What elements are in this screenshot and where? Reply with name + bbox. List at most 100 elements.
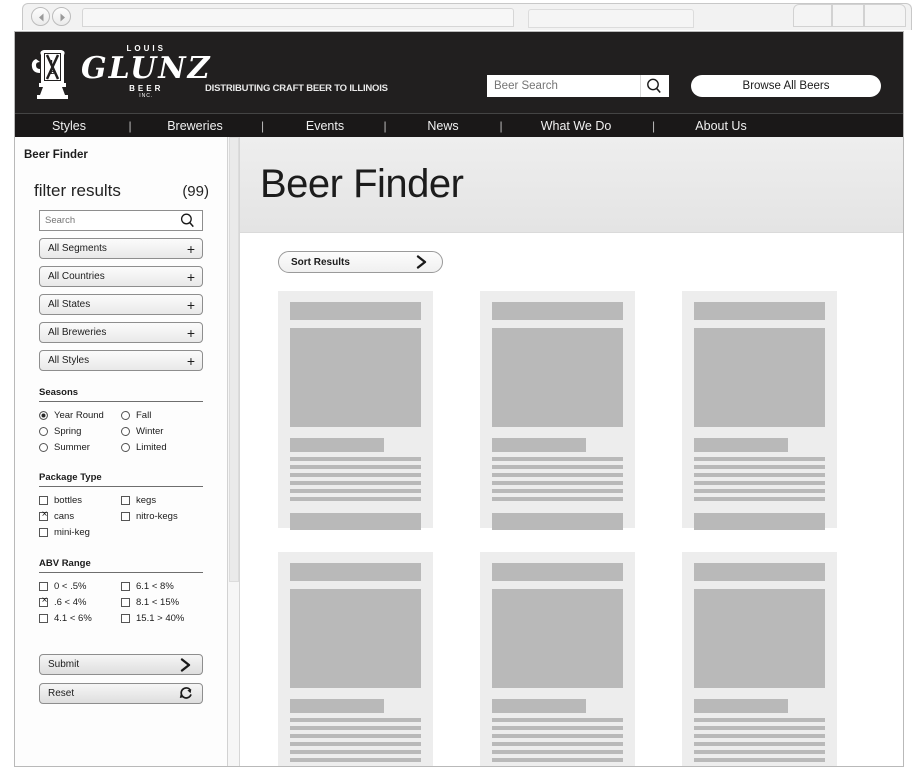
option-label: Winter: [136, 425, 164, 437]
option-label: Year Round: [54, 409, 104, 421]
filter-results-count: (99): [182, 183, 209, 200]
seasons-group: Seasons Year Round Spring Summer Fall Wi…: [39, 387, 203, 455]
results-grid: [278, 291, 898, 766]
search-icon: [646, 78, 661, 94]
radio-fall[interactable]: Fall: [121, 407, 203, 423]
site-tagline: DISTRIBUTING CRAFT BEER TO ILLINOIS: [205, 83, 388, 94]
svg-text:L: L: [50, 59, 55, 67]
checkbox-abv-61-8[interactable]: 6.1 < 8%: [121, 578, 203, 594]
nav-separator: |: [651, 118, 656, 133]
sort-results-button[interactable]: Sort Results: [278, 251, 443, 273]
address-bar[interactable]: [82, 8, 514, 27]
radio-icon: [121, 410, 130, 420]
checkbox-abv-81-15[interactable]: 8.1 < 15%: [121, 594, 203, 610]
checkbox-abv-41-6[interactable]: 4.1 < 6%: [39, 610, 121, 626]
window-control-a[interactable]: [793, 4, 832, 27]
checkbox-cans[interactable]: cans: [39, 508, 121, 524]
scrollbar-thumb[interactable]: [229, 137, 239, 582]
browse-all-beers-button[interactable]: Browse All Beers: [691, 75, 881, 97]
radio-limited[interactable]: Limited: [121, 439, 203, 455]
placeholder-line: [492, 758, 623, 762]
sidebar-scrollbar[interactable]: [228, 137, 240, 766]
placeholder-image-block: [290, 328, 421, 427]
accordion-label: All Countries: [48, 271, 105, 282]
radio-icon: [39, 442, 48, 452]
sidebar-search-input[interactable]: [40, 215, 174, 226]
accordion-all-countries[interactable]: All Countries +: [39, 266, 203, 287]
beer-search-button[interactable]: [640, 75, 666, 97]
beer-search-input[interactable]: [488, 76, 640, 96]
page-frame: L B LOUIS GLUNZ BEER INC. DISTRIBUTING C…: [14, 31, 904, 767]
placeholder-line: [694, 750, 825, 754]
checkbox-bottles[interactable]: bottles: [39, 492, 121, 508]
window-control-b[interactable]: [832, 4, 864, 27]
option-label: 0 < .5%: [54, 580, 87, 592]
placeholder-line: [694, 726, 825, 730]
radio-spring[interactable]: Spring: [39, 423, 121, 439]
reset-button[interactable]: Reset: [39, 683, 203, 704]
placeholder-line: [290, 473, 421, 477]
browser-search-box[interactable]: [528, 9, 694, 28]
nav-item-styles[interactable]: Styles: [33, 119, 105, 133]
placeholder-line: [694, 489, 825, 493]
result-card-placeholder[interactable]: [480, 552, 635, 766]
result-card-placeholder[interactable]: [682, 291, 837, 530]
filter-results-header: filter results (99): [15, 161, 227, 201]
accordion-label: All Styles: [48, 355, 90, 366]
nav-separator: |: [499, 118, 503, 133]
checkbox-mini-keg[interactable]: mini-keg: [39, 524, 121, 540]
checkbox-abv-06-4[interactable]: .6 < 4%: [39, 594, 121, 610]
placeholder-line: [492, 473, 623, 477]
site-logo[interactable]: L B LOUIS GLUNZ BEER INC.: [31, 38, 210, 106]
accordion-all-states[interactable]: All States +: [39, 294, 203, 315]
placeholder-line: [492, 726, 623, 730]
back-button[interactable]: [31, 7, 50, 26]
placeholder-button-bar[interactable]: [492, 513, 623, 530]
nav-item-news[interactable]: News: [410, 119, 476, 133]
option-label: 4.1 < 6%: [54, 612, 92, 624]
forward-button[interactable]: [52, 7, 71, 26]
nav-item-about-us[interactable]: About Us: [681, 119, 761, 133]
placeholder-line: [694, 465, 825, 469]
placeholder-line: [694, 473, 825, 477]
checkbox-abv-0-05[interactable]: 0 < .5%: [39, 578, 121, 594]
radio-year-round[interactable]: Year Round: [39, 407, 121, 423]
radio-winter[interactable]: Winter: [121, 423, 203, 439]
radio-summer[interactable]: Summer: [39, 439, 121, 455]
result-card-placeholder[interactable]: [480, 291, 635, 530]
nav-item-breweries[interactable]: Breweries: [155, 119, 235, 133]
accordion-all-breweries[interactable]: All Breweries +: [39, 322, 203, 343]
option-label: Summer: [54, 441, 90, 453]
logo-bottom-text: BEER: [129, 84, 164, 93]
placeholder-line: [290, 489, 421, 493]
sidebar-search-button[interactable]: [174, 212, 201, 229]
nav-item-what-we-do[interactable]: What We Do: [526, 119, 626, 133]
back-arrow-icon: [39, 13, 44, 22]
result-card-placeholder[interactable]: [682, 552, 837, 766]
checkbox-kegs[interactable]: kegs: [121, 492, 203, 508]
beer-search-box[interactable]: [487, 75, 669, 97]
accordion-all-styles[interactable]: All Styles +: [39, 350, 203, 371]
checkbox-nitro-kegs[interactable]: nitro-kegs: [121, 508, 203, 524]
beer-stein-icon: L B: [31, 50, 68, 99]
checkbox-icon: [39, 527, 48, 537]
checkbox-icon: [39, 495, 48, 505]
placeholder-button-bar[interactable]: [290, 513, 421, 530]
checkbox-icon: [39, 613, 48, 623]
sidebar-search-box[interactable]: [39, 210, 203, 231]
accordion-all-segments[interactable]: All Segments +: [39, 238, 203, 259]
checkbox-icon: [39, 509, 49, 521]
result-card-placeholder[interactable]: [278, 552, 433, 766]
result-card-placeholder[interactable]: [278, 291, 433, 530]
placeholder-subtitle-bar: [290, 438, 385, 452]
checkbox-abv-151-40[interactable]: 15.1 > 40%: [121, 610, 203, 626]
checkbox-icon: [121, 495, 130, 505]
nav-item-events[interactable]: Events: [290, 119, 360, 133]
placeholder-line: [694, 497, 825, 501]
placeholder-line: [290, 742, 421, 746]
window-control-c[interactable]: [864, 4, 906, 27]
placeholder-line: [290, 734, 421, 738]
main-content: Beer Finder Sort Results: [240, 137, 903, 766]
submit-button[interactable]: Submit: [39, 654, 203, 675]
placeholder-button-bar[interactable]: [694, 513, 825, 530]
